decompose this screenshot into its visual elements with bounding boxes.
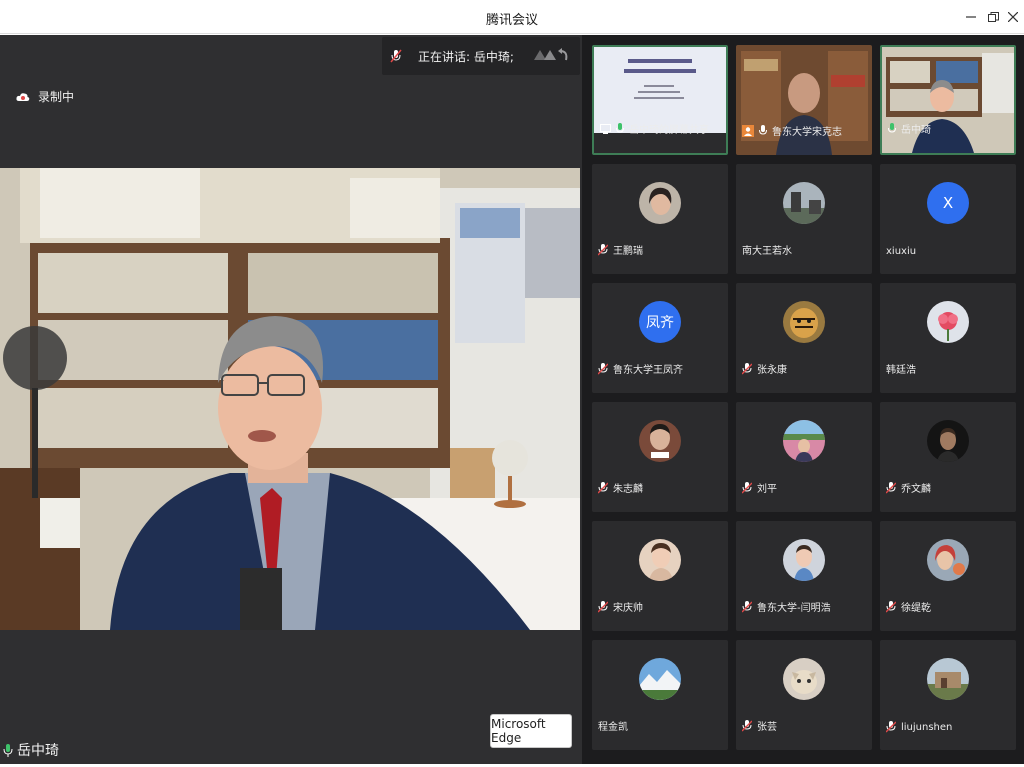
mic-muted-icon [598, 243, 608, 255]
tile-name: 张芸 [742, 718, 777, 733]
avatar [927, 658, 969, 700]
tile-name: 张永康 [742, 361, 787, 376]
tile-name: 乔文麟 [886, 480, 931, 495]
mic-muted-icon [598, 362, 608, 374]
close-icon[interactable] [1003, 7, 1023, 27]
tile-participant[interactable]: 鲁东大学宋克志 [736, 45, 872, 155]
avatar [783, 539, 825, 581]
avatar [927, 301, 969, 343]
mic-active-icon [759, 124, 767, 135]
avatar [783, 301, 825, 343]
tile-participant[interactable]: 鲁东大学-闫明浩 [736, 521, 872, 631]
tile-name: 韩廷浩 [886, 365, 916, 376]
tile-name: 程金凯 [598, 722, 628, 733]
avatar [639, 539, 681, 581]
avatar [783, 420, 825, 462]
tile-name: 岳中琦的屏幕共享 [600, 121, 709, 136]
participant-video [882, 47, 1014, 153]
speaker-name-label: 岳中琦 [2, 740, 59, 760]
tile-participant[interactable]: 宋庆帅 [592, 521, 728, 631]
avatar: X [927, 182, 969, 224]
tile-participant[interactable]: 程金凯 [592, 640, 728, 750]
mic-muted-icon [742, 719, 752, 731]
window-title: 腾讯会议 [485, 13, 538, 28]
mic-muted-icon [742, 600, 752, 612]
avatar [927, 420, 969, 462]
tile-participant[interactable]: 南大王若水 [736, 164, 872, 274]
tile-participant[interactable]: 徐缇乾 [880, 521, 1016, 631]
tile-participant[interactable]: 张永康 [736, 283, 872, 393]
tile-name: 王鹏瑞 [598, 242, 643, 257]
tile-name: 鲁东大学王凤齐 [598, 361, 683, 376]
avatar: 凤齐 [639, 301, 681, 343]
avatar [639, 420, 681, 462]
mic-muted-icon [598, 600, 608, 612]
main-stage: 正在讲话: 岳中琦; 录制中 岳中琦 Microsoft Edge [0, 35, 582, 765]
tile-participant[interactable]: 凤齐 鲁东大学王凤齐 [592, 283, 728, 393]
avatar [783, 182, 825, 224]
tile-participant[interactable]: X xiuxiu [880, 164, 1016, 274]
tile-participant[interactable]: 张芸 [736, 640, 872, 750]
avatar [927, 539, 969, 581]
avatar [783, 658, 825, 700]
participant-gallery: 岳中琦的屏幕共享 鲁东大学宋克志 岳中琦 王鹏瑞 南大王若水 X xiuxiu … [582, 35, 1024, 765]
tile-name: 岳中琦 [888, 121, 931, 136]
mic-muted-icon [390, 49, 402, 63]
tile-participant[interactable]: 韩廷浩 [880, 283, 1016, 393]
restore-icon[interactable] [983, 7, 1003, 27]
speaking-text: 正在讲话: 岳中琦; [418, 50, 514, 64]
tile-name: 刘平 [742, 480, 777, 495]
mic-muted-icon [886, 481, 896, 493]
avatar [639, 658, 681, 700]
mic-active-icon [3, 744, 13, 757]
recording-indicator: 录制中 [16, 88, 74, 105]
tile-participant[interactable]: 刘平 [736, 402, 872, 512]
avatar [639, 182, 681, 224]
recording-cloud-icon [16, 92, 30, 101]
microsoft-edge-button[interactable]: Microsoft Edge [490, 714, 572, 748]
minimize-icon[interactable] [961, 7, 981, 27]
tile-name: liujunshen [886, 721, 952, 733]
mic-muted-icon [886, 721, 896, 733]
tile-name: 徐缇乾 [886, 599, 931, 614]
participant-video [736, 45, 872, 155]
mic-muted-icon [886, 600, 896, 612]
mic-muted-icon [742, 362, 752, 374]
speaker-video [0, 168, 580, 630]
title-bar: 腾讯会议 [0, 0, 1024, 34]
tile-name: 朱志麟 [598, 480, 643, 495]
tile-participant[interactable]: 王鹏瑞 [592, 164, 728, 274]
mic-muted-icon [598, 481, 608, 493]
tile-screen-share[interactable]: 岳中琦的屏幕共享 [592, 45, 728, 155]
stage-controls-icon[interactable] [532, 46, 570, 66]
tile-name: 南大王若水 [742, 246, 792, 257]
speaker-name: 岳中琦 [17, 743, 59, 759]
screen-icon [600, 123, 611, 134]
tile-name: xiuxiu [886, 246, 917, 257]
mic-muted-icon [742, 481, 752, 493]
tile-participant[interactable]: 岳中琦 [880, 45, 1016, 155]
speaking-indicator: 正在讲话: 岳中琦; [382, 37, 580, 75]
tile-participant[interactable]: liujunshen [880, 640, 1016, 750]
tile-participant[interactable]: 乔文麟 [880, 402, 1016, 512]
tile-name: 鲁东大学宋克志 [742, 123, 842, 138]
mic-active-icon [616, 122, 624, 133]
tile-name: 鲁东大学-闫明浩 [742, 599, 831, 614]
tile-name: 宋庆帅 [598, 599, 643, 614]
host-icon [742, 124, 754, 137]
recording-label: 录制中 [38, 90, 75, 104]
mic-active-icon [888, 122, 896, 133]
tile-participant[interactable]: 朱志麟 [592, 402, 728, 512]
